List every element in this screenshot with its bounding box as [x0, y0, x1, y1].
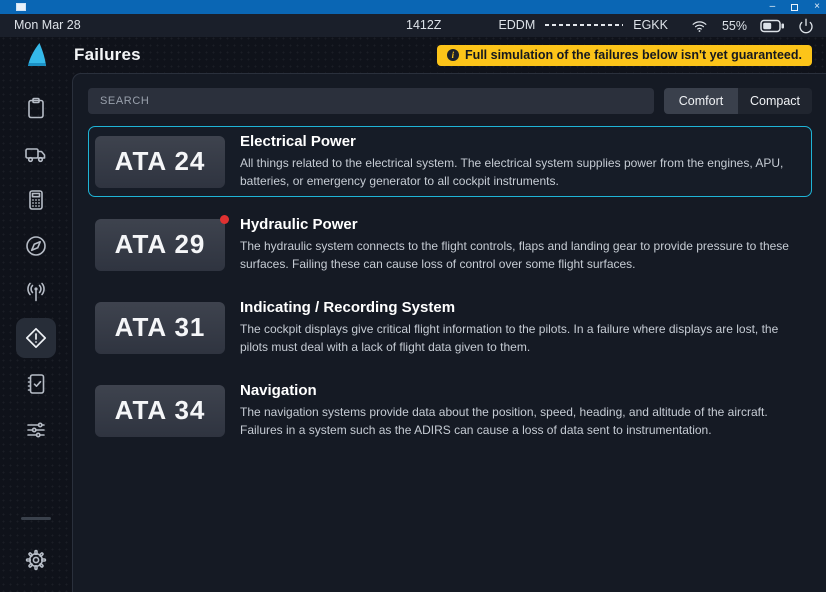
search-input[interactable]	[88, 88, 654, 114]
failure-active-dot	[220, 215, 229, 224]
window-close-button[interactable]: ×	[814, 2, 820, 12]
window-minimize-button[interactable]: –	[770, 2, 776, 12]
page-title: Failures	[74, 45, 141, 65]
sidebar-item-settings[interactable]	[16, 540, 56, 580]
sidebar-item-clipboard[interactable]	[16, 88, 56, 128]
failure-title: Navigation	[240, 382, 800, 399]
ata-badge: ATA 24	[95, 136, 225, 188]
view-mode-toggle: Comfort Compact	[664, 88, 812, 114]
sidebar-item-adjustments[interactable]	[16, 410, 56, 450]
failure-title: Indicating / Recording System	[240, 299, 800, 316]
sidebar-divider	[21, 517, 51, 520]
ata-badge: ATA 34	[95, 385, 225, 437]
departure-icao: EDDM	[498, 18, 535, 32]
battery-percent: 55%	[722, 19, 747, 33]
window-maximize-button[interactable]	[791, 4, 798, 11]
info-icon: i	[447, 49, 459, 61]
failures-warning-icon	[24, 326, 48, 350]
airline-tail-logo-icon	[26, 42, 50, 68]
ata-code: ATA 24	[115, 146, 206, 177]
route-progress-line	[545, 24, 623, 26]
gear-icon	[24, 548, 48, 572]
wifi-icon	[690, 18, 709, 34]
sidebar-nav	[0, 73, 72, 592]
arrival-icao: EGKK	[633, 18, 668, 32]
status-date: Mon Mar 28	[14, 18, 81, 32]
sliders-icon	[24, 418, 48, 442]
sidebar-item-failures[interactable]	[16, 318, 56, 358]
failure-card-ata29[interactable]: ATA 29 Hydraulic Power The hydraulic sys…	[88, 209, 812, 280]
sidebar-item-radio[interactable]	[16, 272, 56, 312]
antenna-icon	[24, 280, 48, 304]
ata-code: ATA 34	[115, 395, 206, 426]
power-icon[interactable]	[798, 18, 814, 34]
calculator-icon	[24, 188, 48, 212]
sidebar-item-navigation-compass[interactable]	[16, 226, 56, 266]
failure-card-ata31[interactable]: ATA 31 Indicating / Recording System The…	[88, 292, 812, 363]
ata-code: ATA 29	[115, 229, 206, 260]
checklist-icon	[24, 372, 48, 396]
ata-badge: ATA 31	[95, 302, 225, 354]
sidebar-item-ground-services[interactable]	[16, 134, 56, 174]
page-header: Failures i Full simulation of the failur…	[0, 37, 826, 73]
flight-route: EDDM EGKK	[498, 18, 668, 32]
failure-title: Hydraulic Power	[240, 216, 800, 233]
failure-card-ata24[interactable]: ATA 24 Electrical Power All things relat…	[88, 126, 812, 197]
warning-banner: i Full simulation of the failures below …	[437, 45, 812, 66]
status-clock-utc: 1412Z	[406, 18, 441, 32]
failure-description: All things related to the electrical sys…	[240, 154, 800, 190]
failure-description: The navigation systems provide data abou…	[240, 403, 800, 439]
sidebar-item-checklist[interactable]	[16, 364, 56, 404]
ata-badge: ATA 29	[95, 219, 225, 271]
ata-code: ATA 31	[115, 312, 206, 343]
toolbar: Comfort Compact	[88, 88, 812, 114]
app-window-icon	[16, 3, 26, 11]
sidebar-item-calculator[interactable]	[16, 180, 56, 220]
view-compact-button[interactable]: Compact	[738, 88, 812, 114]
failure-title: Electrical Power	[240, 133, 800, 150]
view-comfort-button[interactable]: Comfort	[664, 88, 738, 114]
truck-icon	[24, 142, 48, 166]
battery-icon	[760, 19, 785, 33]
warning-banner-text: Full simulation of the failures below is…	[465, 48, 802, 62]
failure-card-ata34[interactable]: ATA 34 Navigation The navigation systems…	[88, 375, 812, 446]
failure-list: ATA 24 Electrical Power All things relat…	[88, 126, 812, 446]
compass-icon	[24, 234, 48, 258]
failures-panel: Comfort Compact ATA 24 Electrical Power …	[72, 73, 826, 592]
failure-description: The hydraulic system connects to the fli…	[240, 237, 800, 273]
os-titlebar: – ×	[0, 0, 826, 14]
status-bar: Mon Mar 28 1412Z EDDM EGKK 55%	[0, 14, 826, 37]
clipboard-icon	[24, 96, 48, 120]
failure-description: The cockpit displays give critical fligh…	[240, 320, 800, 356]
